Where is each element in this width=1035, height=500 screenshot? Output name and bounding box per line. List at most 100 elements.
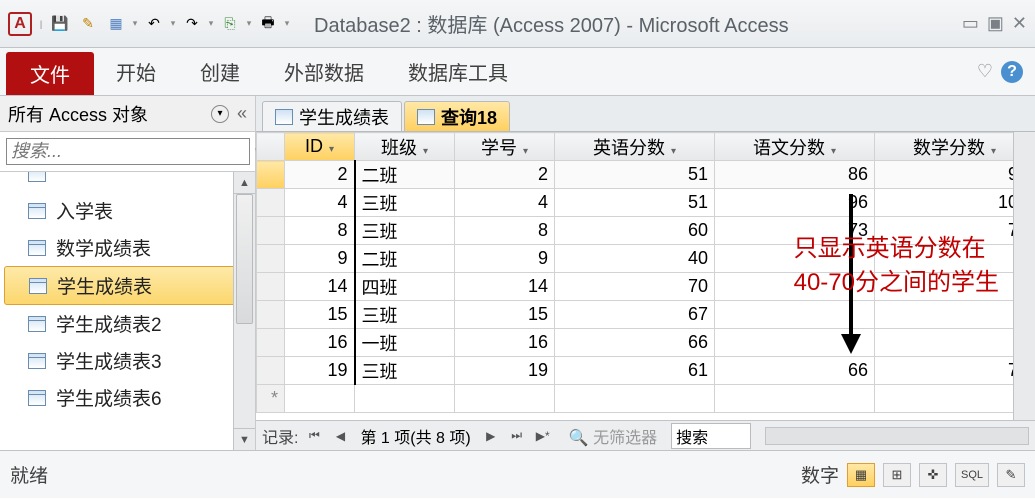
row-selector[interactable] [257,301,285,329]
record-search-input[interactable]: 搜索 [671,423,751,449]
cell-class[interactable]: 一班 [355,329,455,357]
col-math[interactable]: 数学分数▾ [874,133,1034,161]
heart-icon[interactable]: ♡ [977,61,993,82]
file-tab[interactable]: 文件 [6,52,94,95]
cell-class[interactable]: 三班 [355,301,455,329]
vertical-scrollbar[interactable] [1013,132,1035,420]
tab-create[interactable]: 创建 [178,48,262,95]
row-selector[interactable] [257,189,285,217]
sql-view-icon[interactable]: SQL [955,463,989,487]
col-class[interactable]: 班级▾ [355,133,455,161]
help-icon[interactable]: ? [1001,61,1023,83]
col-sno[interactable]: 学号▾ [455,133,555,161]
nav-header[interactable]: 所有 Access 对象 ▾ « [0,96,255,132]
cell-sno[interactable]: 8 [455,217,555,245]
cell-sno[interactable]: 2 [455,161,555,189]
cell-sno[interactable]: 9 [455,245,555,273]
cell-id[interactable]: 2 [285,161,355,189]
cell-sno[interactable]: 15 [455,301,555,329]
cell-class[interactable]: 三班 [355,357,455,385]
cell-eng[interactable]: 51 [555,161,715,189]
cell-chn[interactable]: 86 [715,161,875,189]
tab-home[interactable]: 开始 [94,48,178,95]
cell-class[interactable]: 二班 [355,161,455,189]
nav-item-0[interactable]: 入学表 [0,192,255,229]
design-view-icon[interactable]: ✎ [997,463,1025,487]
cell-sno[interactable]: 19 [455,357,555,385]
undo-icon[interactable]: ↶ [142,12,166,36]
cell-sno[interactable]: 16 [455,329,555,357]
cell-class[interactable]: 二班 [355,245,455,273]
cell-math[interactable] [874,329,1034,357]
row-selector-header[interactable] [257,133,285,161]
export-icon[interactable]: ⎘ [218,12,242,36]
cell-sno[interactable]: 4 [455,189,555,217]
cell-chn[interactable]: 66 [715,357,875,385]
nav-item-2[interactable]: 学生成绩表 [4,266,251,305]
table-row[interactable]: 9 二班 9 40 [257,245,1035,273]
close-icon[interactable]: ✕ [1012,13,1027,34]
cell-math[interactable]: 91 [874,161,1034,189]
cell-chn[interactable]: 73 [715,217,875,245]
cell-math[interactable]: 71 [874,357,1034,385]
doc-tab-1[interactable]: 查询18 [404,101,510,131]
table-row[interactable]: 8 三班 8 60 73 78 [257,217,1035,245]
scroll-down-icon[interactable]: ▼ [234,428,255,450]
next-record-icon[interactable]: ▶ [481,426,501,446]
filter-status[interactable]: 🔍 无筛选器 [569,424,657,448]
first-record-icon[interactable]: ⏮ [304,426,324,446]
prev-record-icon[interactable]: ◀ [330,426,350,446]
cell-eng[interactable]: 51 [555,189,715,217]
data-grid[interactable]: ID▾ 班级▾ 学号▾ 英语分数▾ 语文分数▾ 数学分数▾ 2 二班 2 51 … [256,132,1035,413]
cell-math[interactable] [874,301,1034,329]
table-row[interactable]: 4 三班 4 51 96 101 [257,189,1035,217]
pivot-chart-icon[interactable]: ✜ [919,463,947,487]
cell-eng[interactable]: 60 [555,217,715,245]
cell-chn[interactable] [715,273,875,301]
save-icon[interactable]: 💾 [48,12,72,36]
doc-tab-0[interactable]: 学生成绩表 [262,101,402,131]
cell-id[interactable]: 15 [285,301,355,329]
row-selector[interactable] [257,245,285,273]
row-selector[interactable] [257,217,285,245]
nav-collapse-icon[interactable]: « [237,103,247,124]
nav-dropdown-icon[interactable]: ▾ [211,105,229,123]
cell-math[interactable] [874,245,1034,273]
row-selector[interactable] [257,329,285,357]
scroll-thumb[interactable] [236,194,253,324]
paint-icon[interactable]: ▦ [104,12,128,36]
col-chn[interactable]: 语文分数▾ [715,133,875,161]
cell-sno[interactable]: 14 [455,273,555,301]
cell-eng[interactable]: 40 [555,245,715,273]
cell-class[interactable]: 四班 [355,273,455,301]
last-record-icon[interactable]: ⏭ [507,426,527,446]
brush-icon[interactable]: ✎ [76,12,100,36]
maximize-icon[interactable]: ▣ [987,13,1004,34]
new-record-icon[interactable]: ▶* [533,426,553,446]
table-row[interactable]: 14 四班 14 70 [257,273,1035,301]
col-id[interactable]: ID▾ [285,133,355,161]
cell-math[interactable]: 101 [874,189,1034,217]
redo-icon[interactable]: ↷ [180,12,204,36]
cell-chn[interactable] [715,329,875,357]
nav-item-4[interactable]: 学生成绩表3 [0,342,255,379]
cell-id[interactable]: 19 [285,357,355,385]
cell-chn[interactable] [715,301,875,329]
tab-dbtools[interactable]: 数据库工具 [386,48,530,95]
cell-math[interactable] [874,273,1034,301]
cell-chn[interactable] [715,245,875,273]
new-row[interactable]: *0 [257,385,1035,413]
cell-eng[interactable]: 66 [555,329,715,357]
cell-id[interactable]: 16 [285,329,355,357]
table-row[interactable]: 2 二班 2 51 86 91 [257,161,1035,189]
cell-eng[interactable]: 61 [555,357,715,385]
cell-math[interactable]: 78 [874,217,1034,245]
minimize-icon[interactable]: ▭ [962,13,979,34]
scroll-up-icon[interactable]: ▲ [234,172,255,194]
nav-item-cut[interactable] [0,172,255,192]
cell-id[interactable]: 14 [285,273,355,301]
datasheet-view-icon[interactable]: ▦ [847,463,875,487]
cell-class[interactable]: 三班 [355,217,455,245]
cell-eng[interactable]: 67 [555,301,715,329]
nav-item-3[interactable]: 学生成绩表2 [0,305,255,342]
